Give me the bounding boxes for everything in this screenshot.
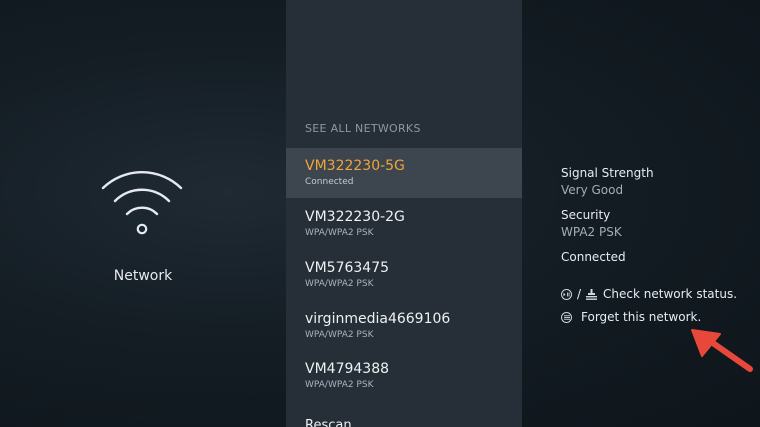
network-name: VM4794388 [305, 361, 390, 377]
network-item-vm5763475[interactable]: VM5763475 WPA/WPA2 PSK [286, 250, 522, 300]
network-name: virginmedia4669106 [305, 311, 451, 327]
connection-state: Connected [561, 250, 626, 264]
left-panel: Network [0, 0, 286, 427]
network-label: Network [113, 268, 173, 284]
menu-button-icon [561, 311, 572, 323]
network-item-virginmedia4669106[interactable]: virginmedia4669106 WPA/WPA2 PSK [286, 301, 522, 351]
check-network-status-text: Check network status. [603, 287, 738, 301]
ethernet-icon [586, 288, 598, 300]
forget-network-action[interactable]: Forget this network. [561, 309, 701, 325]
signal-strength-label: Signal Strength [561, 166, 654, 180]
security-value: WPA2 PSK [561, 225, 622, 239]
network-name: VM322230-5G [305, 158, 405, 174]
network-security: WPA/WPA2 PSK [305, 330, 374, 340]
separator: / [577, 287, 582, 301]
play-pause-button-icon [561, 288, 572, 300]
network-name: VM322230-2G [305, 209, 405, 225]
network-item-vm4794388[interactable]: VM4794388 WPA/WPA2 PSK [286, 351, 522, 401]
wifi-icon [101, 170, 183, 235]
network-name: VM5763475 [305, 260, 390, 276]
section-title: SEE ALL NETWORKS [305, 122, 421, 135]
security-label: Security [561, 208, 611, 222]
network-status: Connected [305, 177, 354, 187]
network-list: SEE ALL NETWORKS VM322230-5G Connected V… [286, 0, 522, 427]
rescan-button[interactable]: Rescan [305, 417, 352, 427]
network-security: WPA/WPA2 PSK [305, 380, 374, 390]
network-security: WPA/WPA2 PSK [305, 228, 374, 238]
network-settings-screen: Network SEE ALL NETWORKS VM322230-5G Con… [0, 0, 760, 427]
network-item-vm322230-5g[interactable]: VM322230-5G Connected [286, 148, 522, 198]
network-security: WPA/WPA2 PSK [305, 279, 374, 289]
red-arrow-icon [691, 329, 753, 372]
network-item-vm322230-2g[interactable]: VM322230-2G WPA/WPA2 PSK [286, 199, 522, 249]
signal-strength-value: Very Good [561, 183, 624, 197]
check-network-status-action[interactable]: / Check network status. [561, 286, 737, 302]
forget-network-text: Forget this network. [581, 310, 702, 324]
